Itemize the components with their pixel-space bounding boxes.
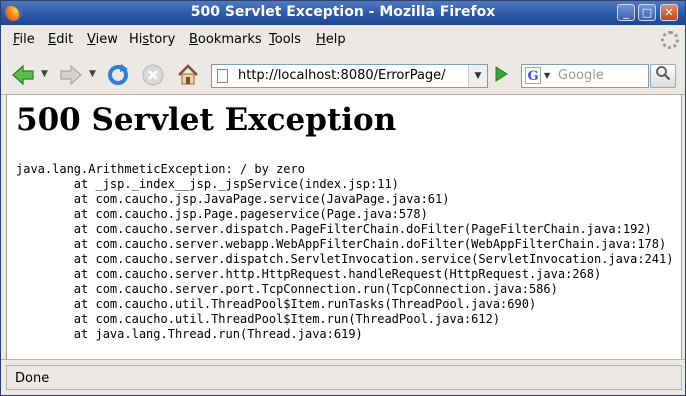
menu-view[interactable]: View <box>87 32 118 47</box>
window-title: 500 Servlet Exception - Mozilla Firefox <box>190 4 496 20</box>
search-box[interactable]: G ▼ Google <box>521 64 649 88</box>
stack-trace: java.lang.ArithmeticException: / by zero… <box>16 162 674 341</box>
back-button[interactable] <box>10 62 36 88</box>
menu-file[interactable]: File <box>13 32 35 47</box>
engine-dropdown-icon: ▼ <box>544 71 551 80</box>
menu-history[interactable]: History <box>129 32 175 47</box>
search-engine-selector[interactable]: G ▼ <box>524 67 554 85</box>
url-history-dropdown-icon[interactable]: ▼ <box>468 65 487 87</box>
menu-bar: File Edit View History Bookmarks Tools H… <box>1 26 685 54</box>
back-arrow-icon <box>12 64 34 86</box>
url-text[interactable]: http://localhost:8080/ErrorPage/ <box>238 68 446 83</box>
menu-tools[interactable]: Tools <box>269 32 301 47</box>
menu-help[interactable]: Help <box>316 32 346 47</box>
search-button[interactable] <box>650 64 676 88</box>
reload-button[interactable] <box>105 62 131 88</box>
forward-history-dropdown-icon[interactable]: ▼ <box>89 69 96 79</box>
back-history-dropdown-icon[interactable]: ▼ <box>41 69 48 79</box>
close-button[interactable]: ✕ <box>660 4 678 21</box>
magnifier-icon <box>656 66 671 81</box>
forward-arrow-icon <box>60 64 82 86</box>
forward-button[interactable] <box>58 62 84 88</box>
search-placeholder[interactable]: Google <box>558 68 604 83</box>
page-heading: 500 Servlet Exception <box>16 102 397 138</box>
address-bar[interactable]: http://localhost:8080/ErrorPage/ ▼ <box>211 64 488 88</box>
page-content[interactable]: 500 Servlet Exception java.lang.Arithmet… <box>6 95 682 359</box>
activity-throbber-icon <box>661 31 679 49</box>
browser-window: 500 Servlet Exception - Mozilla Firefox … <box>0 0 686 396</box>
page-favicon-icon <box>217 69 228 83</box>
minimize-button[interactable]: _ <box>617 4 635 21</box>
maximize-button[interactable]: □ <box>638 4 656 21</box>
menu-edit[interactable]: Edit <box>48 32 73 47</box>
menu-bookmarks[interactable]: Bookmarks <box>189 32 262 47</box>
go-arrow-icon <box>495 66 508 82</box>
title-bar[interactable]: 500 Servlet Exception - Mozilla Firefox … <box>1 1 685 25</box>
home-button[interactable] <box>175 62 201 88</box>
google-engine-icon: G <box>525 67 541 84</box>
navigation-toolbar: ▼ ▼ http://localhost:8080/ErrorPage/ ▼ G… <box>1 56 685 95</box>
stop-button[interactable] <box>140 62 166 88</box>
status-panel: Done <box>6 365 682 390</box>
home-icon <box>178 64 198 85</box>
reload-icon <box>108 64 128 85</box>
status-bar: Done <box>1 359 685 396</box>
go-button[interactable] <box>490 65 512 87</box>
stop-icon <box>142 64 164 86</box>
status-text: Done <box>15 371 50 386</box>
